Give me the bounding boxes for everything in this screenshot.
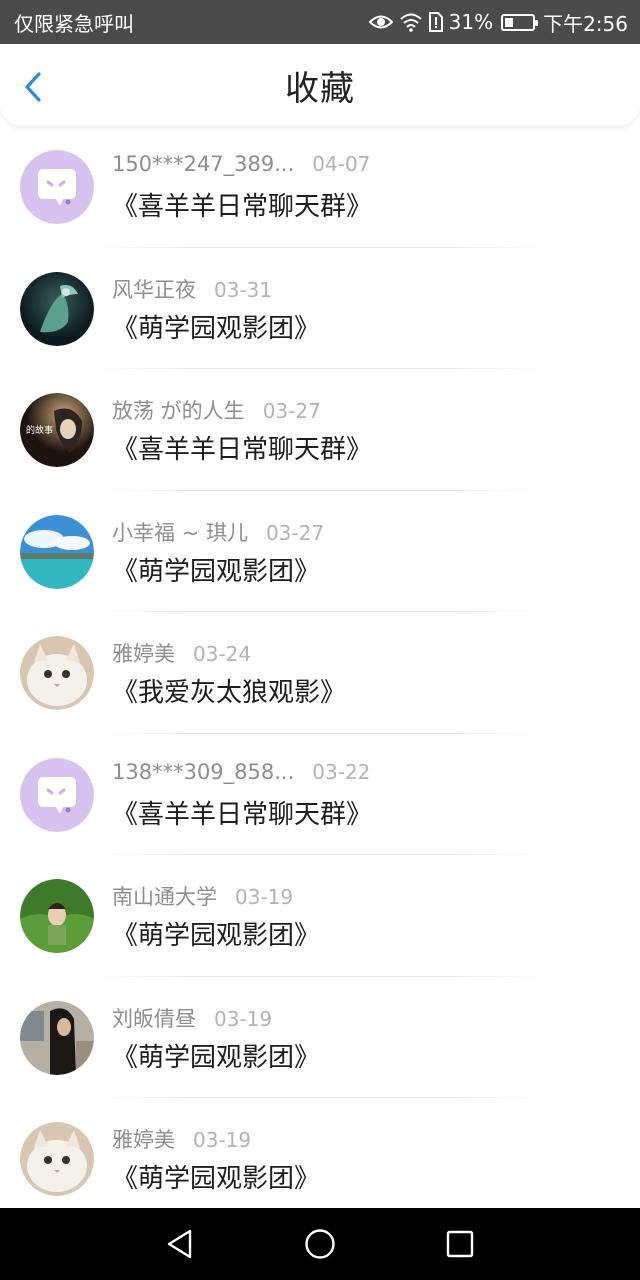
nav-home-button[interactable] [290,1214,350,1274]
list-item[interactable]: 风华正夜 03-31 《萌学园观影团》 [0,248,640,369]
recents-square-icon [446,1230,474,1258]
username: 雅婷美 [112,1128,175,1152]
date: 03-31 [214,277,273,302]
item-meta: 138***309_858... 03-22 [112,760,370,784]
list-item[interactable]: 的故事 放荡 が的人生 03-27 《喜羊羊日常聊天群》 [0,369,640,491]
group-name: 《萌学园观影团》 [112,1042,321,1073]
item-meta: 雅婷美 03-19 [112,1124,251,1154]
group-name: 《萌学园观影团》 [112,556,321,587]
username: 小幸福 ~ 琪儿 [112,520,248,545]
username: 放荡 が的人生 [112,399,245,423]
username: 雅婷美 [112,642,175,666]
list-item[interactable]: 雅婷美 03-19 《萌学园观影团》 [0,1098,640,1208]
clock: 下午2:56 [543,11,628,36]
group-name: 《萌学园观影团》 [112,921,321,951]
date: 03-27 [262,399,321,423]
back-button[interactable] [18,70,48,104]
cat-photo-avatar [20,1122,94,1196]
date: 03-19 [214,1006,273,1031]
date: 03-22 [312,759,371,784]
username: 刘皈倩昼 [112,1006,196,1031]
list-item[interactable]: 雅婷美 03-24 《我爱灰太狼观影》 [0,612,640,734]
item-meta: 小幸福 ~ 琪儿 03-27 [112,517,324,547]
username: 风华正夜 [112,277,196,302]
group-name: 《喜羊羊日常聊天群》 [112,192,373,222]
item-meta: 南山通大学 03-19 [112,881,293,911]
status-icons: 31% 下午2:56 [368,8,628,37]
photo-avatar [20,271,94,346]
photo-avatar [20,514,94,589]
list-item[interactable]: 小幸福 ~ 琪儿 03-27 《萌学园观影团》 [0,491,640,612]
list-item[interactable]: 150***247_389... 04-07 《喜羊羊日常聊天群》 [0,126,640,248]
photo-avatar [20,1000,94,1075]
item-meta: 雅婷美 03-24 [112,638,251,668]
group-name: 《萌学园观影团》 [112,313,321,344]
page-title: 收藏 [285,68,355,109]
svg-text:的故事: 的故事 [26,424,53,436]
username: 150***247_389... [112,152,295,176]
battery-percent: 31% [448,10,494,34]
group-name: 《喜羊羊日常聊天群》 [112,435,373,465]
date: 03-27 [265,520,325,545]
date: 03-24 [193,642,252,666]
system-nav-bar [0,1208,640,1280]
item-meta: 放荡 が的人生 03-27 [112,395,321,425]
date: 03-19 [193,1128,252,1152]
group-name: 《萌学园观影团》 [112,1164,321,1194]
carrier-text: 仅限紧急呼叫 [14,11,134,36]
username: 南山通大学 [112,885,217,909]
chevron-left-icon [25,72,41,102]
item-meta: 刘皈倩昼 03-19 [112,1003,272,1033]
chat-bubble-avatar [20,150,94,224]
header: 收藏 [0,44,640,126]
sim-alert-icon [428,12,443,32]
chat-bubble-avatar [20,757,94,832]
username: 138***309_858... [112,759,295,784]
list-item[interactable]: 刘皈倩昼 03-19 《萌学园观影团》 [0,977,640,1098]
battery-fill [505,17,514,27]
favorites-list[interactable]: 150***247_389... 04-07 《喜羊羊日常聊天群》 风华正夜 03-31… [0,126,640,1208]
date: 03-19 [235,885,294,909]
cat-photo-avatar [20,636,94,710]
battery-icon [501,13,539,31]
nav-recents-button[interactable] [430,1214,490,1274]
nav-back-button[interactable] [150,1214,210,1274]
back-triangle-icon [167,1229,192,1259]
wifi-icon [399,12,423,32]
item-meta: 风华正夜 03-31 [112,274,272,304]
eye-icon [368,14,393,30]
list-item[interactable]: 138***309_858... 03-22 《喜羊羊日常聊天群》 [0,734,640,855]
item-meta: 150***247_389... 04-07 [112,152,370,176]
photo-avatar [20,879,94,953]
date: 04-07 [312,152,371,176]
list-item[interactable]: 南山通大学 03-19 《萌学园观影团》 [0,855,640,977]
group-name: 《我爱灰太狼观影》 [112,678,347,708]
home-circle-icon [305,1229,335,1259]
photo-avatar: 的故事 [20,393,94,467]
group-name: 《喜羊羊日常聊天群》 [112,799,373,830]
status-bar: 仅限紧急呼叫 31% 下午2:56 [0,0,640,44]
